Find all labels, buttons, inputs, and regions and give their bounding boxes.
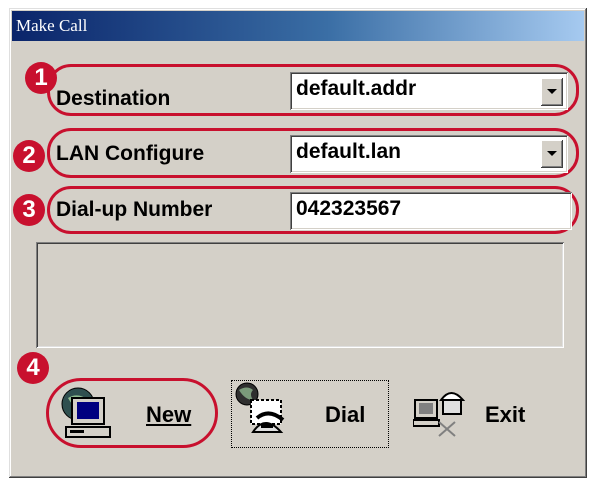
new-button-label: New xyxy=(146,402,192,427)
lan-dropdown-button[interactable] xyxy=(541,140,563,168)
dialup-number-value: 042323567 xyxy=(296,197,402,220)
new-button[interactable]: New xyxy=(54,382,212,446)
new-computer-icon xyxy=(61,387,111,438)
dialup-number-label: Dial-up Number xyxy=(56,198,213,221)
exit-phone-icon xyxy=(413,392,466,437)
destination-dropdown-button[interactable] xyxy=(541,78,563,106)
callout-badge-4: 4 xyxy=(17,352,49,384)
lan-configure-value: default.lan xyxy=(296,140,402,163)
exit-button-label: Exit xyxy=(485,402,526,427)
chevron-down-icon xyxy=(547,151,557,156)
destination-label: Destination xyxy=(56,87,171,110)
callout-badge-1: 1 xyxy=(25,62,57,94)
dialup-number-input[interactable]: 042323567 xyxy=(290,192,572,230)
chevron-down-icon xyxy=(547,89,557,94)
lan-configure-select[interactable]: default.lan xyxy=(290,135,568,173)
dial-phone-icon xyxy=(235,382,285,433)
callout-badge-3: 3 xyxy=(13,194,45,226)
callout-badge-2: 2 xyxy=(13,140,45,172)
status-area xyxy=(36,242,564,348)
destination-value: default.addr xyxy=(296,77,417,100)
exit-button[interactable]: Exit xyxy=(411,382,569,446)
destination-select[interactable]: default.addr xyxy=(290,72,568,110)
window-title: Make Call xyxy=(12,11,584,41)
dial-button[interactable]: Dial xyxy=(231,380,389,448)
dial-button-label: Dial xyxy=(325,402,366,427)
lan-configure-label: LAN Configure xyxy=(56,142,205,165)
